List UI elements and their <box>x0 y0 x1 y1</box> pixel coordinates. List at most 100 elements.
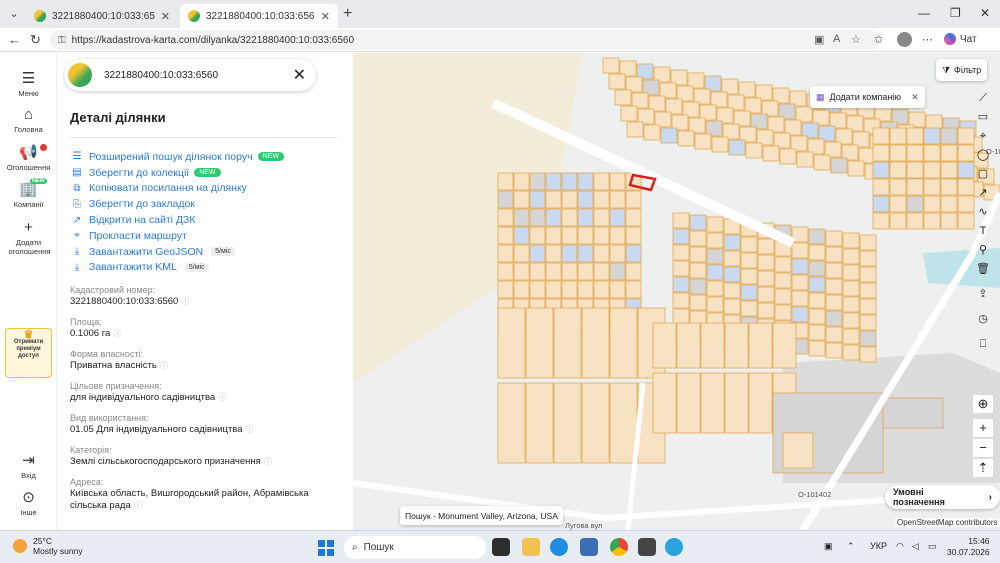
land-parcel[interactable] <box>497 226 514 245</box>
land-parcel[interactable] <box>529 226 546 245</box>
store-icon[interactable] <box>580 538 598 556</box>
zoom-out-button[interactable]: − <box>973 439 993 457</box>
draw-polygon-icon[interactable]: ▭ <box>973 108 993 127</box>
land-parcel[interactable] <box>906 161 924 179</box>
land-parcel[interactable] <box>808 244 826 261</box>
info-icon[interactable]: ⓘ <box>181 297 189 306</box>
land-parcel[interactable] <box>796 151 814 168</box>
land-parcel[interactable] <box>609 190 626 209</box>
land-parcel[interactable] <box>525 382 554 464</box>
land-parcel[interactable] <box>791 242 809 259</box>
filter-button[interactable]: ⧩ Фільтр <box>936 59 988 81</box>
land-parcel[interactable] <box>757 270 775 287</box>
land-parcel[interactable] <box>625 262 642 281</box>
land-parcel[interactable] <box>842 280 860 297</box>
land-parcel[interactable] <box>545 208 562 227</box>
keyboard-language[interactable]: УКР <box>870 541 887 551</box>
land-parcel[interactable] <box>609 172 626 191</box>
land-parcel[interactable] <box>757 286 775 303</box>
land-parcel[interactable] <box>723 282 741 299</box>
file-explorer-icon[interactable] <box>522 538 540 556</box>
land-parcel[interactable] <box>791 306 809 323</box>
close-tab-icon[interactable]: ✕ <box>161 10 170 23</box>
nav-login[interactable]: ⇥ Вхід <box>0 451 57 480</box>
nav-menu[interactable]: ☰ Меню <box>0 69 57 98</box>
land-parcel[interactable] <box>923 144 941 162</box>
land-parcel[interactable] <box>577 208 594 227</box>
land-parcel[interactable] <box>740 252 758 269</box>
land-parcel[interactable] <box>545 244 562 263</box>
rectangle-icon[interactable]: ▢ <box>973 165 993 184</box>
land-parcel[interactable] <box>825 262 843 279</box>
land-parcel[interactable] <box>497 172 514 191</box>
land-parcel[interactable] <box>723 298 741 315</box>
tab-active[interactable]: 3221880400:10:033:6560 | Публічна ✕ <box>180 4 338 28</box>
land-parcel[interactable] <box>625 208 642 227</box>
map-attribution[interactable]: OpenStreetMap contributors <box>895 518 1000 527</box>
land-parcel[interactable] <box>957 127 975 145</box>
land-parcel[interactable] <box>740 284 758 301</box>
back-icon[interactable]: ← <box>8 32 21 47</box>
land-parcel[interactable] <box>689 294 707 311</box>
favorites-icon[interactable]: ✩ <box>874 33 883 46</box>
land-parcel[interactable] <box>830 157 848 174</box>
land-parcel[interactable] <box>872 127 890 145</box>
land-parcel[interactable] <box>689 246 707 263</box>
land-parcel[interactable] <box>711 136 729 153</box>
land-parcel[interactable] <box>859 266 877 283</box>
draw-line-icon[interactable]: ⟋ <box>973 89 993 108</box>
action-bookmark[interactable]: ⎘ Зберегти до закладок <box>70 196 350 212</box>
nav-add-ad[interactable]: + Додати оголошення <box>0 219 57 256</box>
land-parcel[interactable] <box>906 144 924 162</box>
land-parcel[interactable] <box>859 330 877 347</box>
nav-other[interactable]: ⊙ Інше <box>0 488 57 517</box>
minimize-icon[interactable]: — <box>918 6 930 20</box>
land-parcel[interactable] <box>923 195 941 213</box>
land-parcel[interactable] <box>906 178 924 196</box>
land-parcel[interactable] <box>808 260 826 277</box>
land-parcel[interactable] <box>513 280 530 299</box>
land-parcel[interactable] <box>906 212 924 230</box>
land-parcel[interactable] <box>513 172 530 191</box>
land-parcel[interactable] <box>723 250 741 267</box>
land-parcel[interactable] <box>859 282 877 299</box>
edge-icon[interactable] <box>550 538 568 556</box>
land-parcel[interactable] <box>545 262 562 281</box>
land-parcel[interactable] <box>577 226 594 245</box>
land-parcel[interactable] <box>859 314 877 331</box>
land-parcel[interactable] <box>545 226 562 245</box>
land-parcel[interactable] <box>825 342 843 359</box>
land-parcel[interactable] <box>757 302 775 319</box>
add-company-button[interactable]: ▦ Додати компанію ✕ <box>810 86 925 108</box>
land-parcel[interactable] <box>923 212 941 230</box>
land-parcel[interactable] <box>940 127 958 145</box>
land-parcel[interactable] <box>545 190 562 209</box>
land-parcel[interactable] <box>847 160 865 177</box>
tab-inactive[interactable]: 3221880400:10:033:6560 | Публічна ✕ <box>26 4 178 28</box>
land-parcel[interactable] <box>497 382 526 464</box>
land-parcel[interactable] <box>779 148 797 165</box>
land-parcel[interactable] <box>825 294 843 311</box>
legend-button[interactable]: Умовні позначення › <box>885 485 1000 509</box>
nav-home[interactable]: ⌂ Головна <box>0 106 57 134</box>
land-parcel[interactable] <box>762 145 780 162</box>
land-parcel[interactable] <box>791 258 809 275</box>
task-view-icon[interactable] <box>492 538 510 556</box>
action-open-dzk[interactable]: ↗ Відкрити на сайті ДЗК <box>70 212 350 228</box>
land-parcel[interactable] <box>791 290 809 307</box>
land-parcel[interactable] <box>609 208 626 227</box>
land-parcel[interactable] <box>842 328 860 345</box>
land-parcel[interactable] <box>581 382 610 464</box>
land-parcel[interactable] <box>872 161 890 179</box>
land-parcel[interactable] <box>672 292 690 309</box>
land-parcel[interactable] <box>706 296 724 313</box>
land-parcel[interactable] <box>940 195 958 213</box>
land-parcel[interactable] <box>825 230 843 247</box>
land-parcel[interactable] <box>859 346 877 363</box>
land-parcel[interactable] <box>672 212 690 229</box>
url-field[interactable]: ⚿ https://kadastrova-karta.com/dilyanka/… <box>50 30 880 50</box>
wifi-icon[interactable]: ◠ <box>896 541 904 552</box>
land-parcel[interactable] <box>724 322 749 369</box>
land-parcel[interactable] <box>513 262 530 281</box>
land-parcel[interactable] <box>825 278 843 295</box>
